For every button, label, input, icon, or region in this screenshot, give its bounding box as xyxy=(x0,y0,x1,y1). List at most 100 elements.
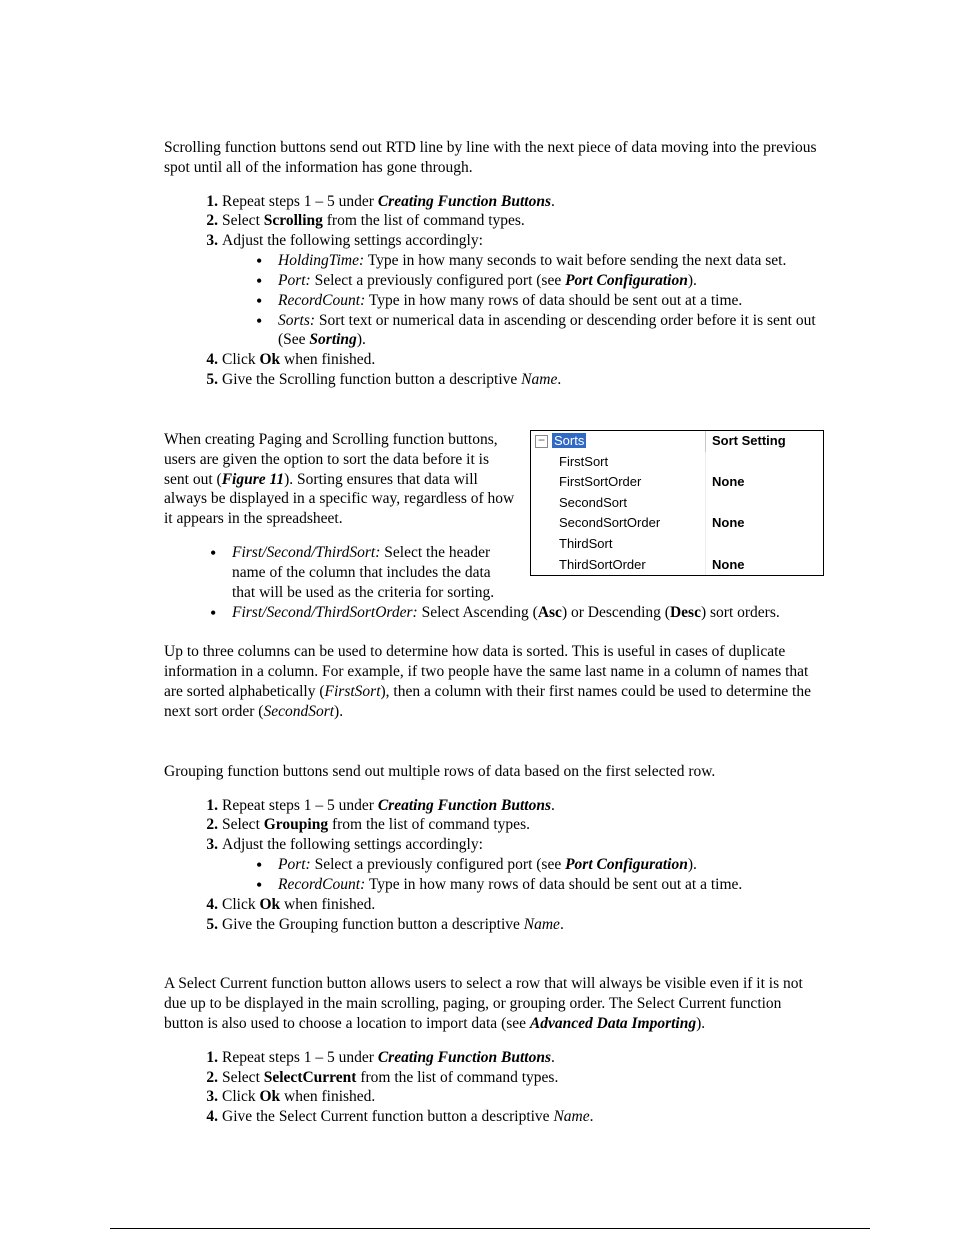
setting-key: FirstSortOrder xyxy=(531,472,706,493)
setting-label: HoldingTime: xyxy=(278,252,364,269)
text: from the list of command types. xyxy=(356,1069,558,1086)
list-item: Repeat steps 1 – 5 under Creating Functi… xyxy=(222,192,824,212)
list-item: Repeat steps 1 – 5 under Creating Functi… xyxy=(222,1048,824,1068)
setting-value xyxy=(706,452,824,473)
grouping-steps: Repeat steps 1 – 5 under Creating Functi… xyxy=(164,796,824,935)
list-item: Give the Scrolling function button a des… xyxy=(222,370,824,390)
ref: Advanced Data Importing xyxy=(530,1015,696,1032)
term: Name xyxy=(521,371,557,388)
term: Ok xyxy=(259,1088,280,1105)
sorting-section: −Sorts Sort Setting FirstSort FirstSortO… xyxy=(164,430,824,622)
setting-label: Sorts: xyxy=(278,312,315,329)
list-item: Click Ok when finished. xyxy=(222,350,824,370)
text: Select Ascending ( xyxy=(418,604,538,621)
text: . xyxy=(557,371,561,388)
list-item: First/Second/ThirdSortOrder: Select Asce… xyxy=(210,603,824,623)
term: Ok xyxy=(259,896,280,913)
text: Repeat steps 1 – 5 under xyxy=(222,797,378,814)
setting-label: Port: xyxy=(278,856,311,873)
scrolling-steps: Repeat steps 1 – 5 under Creating Functi… xyxy=(164,192,824,390)
ref: Creating Function Buttons xyxy=(378,797,551,814)
list-item: Select SelectCurrent from the list of co… xyxy=(222,1068,824,1088)
text: Type in how many rows of data should be … xyxy=(365,876,742,893)
text: from the list of command types. xyxy=(323,212,525,229)
list-item: Click Ok when finished. xyxy=(222,1087,824,1107)
term: Name xyxy=(524,916,560,933)
scrolling-intro: Scrolling function buttons send out RTD … xyxy=(164,138,824,178)
list-item: Select Grouping from the list of command… xyxy=(222,815,824,835)
setting-label: First/Second/ThirdSortOrder: xyxy=(232,604,418,621)
sorts-header-label: Sorts xyxy=(552,433,586,448)
ref: Port Configuration xyxy=(565,856,688,873)
text: Select xyxy=(222,212,264,229)
list-item: Adjust the following settings accordingl… xyxy=(222,231,824,350)
setting-key: FirstSort xyxy=(531,452,706,473)
table-row: SecondSort xyxy=(531,493,823,514)
text: A Select Current function button allows … xyxy=(164,975,803,1032)
term: Ok xyxy=(259,351,280,368)
list-item: Give the Grouping function button a desc… xyxy=(222,915,824,935)
text: ). xyxy=(688,272,697,289)
ref: Creating Function Buttons xyxy=(378,1049,551,1066)
text: Repeat steps 1 – 5 under xyxy=(222,1049,378,1066)
term: SecondSort xyxy=(263,703,334,720)
table-row: SecondSortOrderNone xyxy=(531,513,823,534)
setting-label: RecordCount: xyxy=(278,876,365,893)
text: Type in how many seconds to wait before … xyxy=(364,252,786,269)
term: Scrolling xyxy=(264,212,323,229)
text: . xyxy=(551,797,555,814)
setting-key: SecondSort xyxy=(531,493,706,514)
scrolling-settings: HoldingTime: Type in how many seconds to… xyxy=(222,251,824,350)
term: Name xyxy=(553,1108,589,1125)
text: Give the Scrolling function button a des… xyxy=(222,371,521,388)
list-item: Adjust the following settings accordingl… xyxy=(222,835,824,894)
list-item: RecordCount: Type in how many rows of da… xyxy=(256,291,824,311)
minus-icon: − xyxy=(535,435,548,448)
list-item: Repeat steps 1 – 5 under Creating Functi… xyxy=(222,796,824,816)
table-header-left: −Sorts xyxy=(531,431,706,452)
text: . xyxy=(551,1049,555,1066)
setting-label: RecordCount: xyxy=(278,292,365,309)
ref: Sorting xyxy=(309,331,356,348)
setting-key: SecondSortOrder xyxy=(531,513,706,534)
list-item: First/Second/ThirdSort: Select the heade… xyxy=(210,543,824,602)
text: . xyxy=(560,916,564,933)
text: ) or Descending ( xyxy=(562,604,670,621)
list-item: Port: Select a previously configured por… xyxy=(256,271,824,291)
term: FirstSort xyxy=(325,683,381,700)
text: when finished. xyxy=(280,896,375,913)
list-item: HoldingTime: Type in how many seconds to… xyxy=(256,251,824,271)
text: . xyxy=(551,193,555,210)
sorting-bullets: First/Second/ThirdSort: Select the heade… xyxy=(164,543,824,622)
text: Adjust the following settings accordingl… xyxy=(222,232,483,249)
setting-value: None xyxy=(706,472,824,493)
text: when finished. xyxy=(280,351,375,368)
ref: Creating Function Buttons xyxy=(378,193,551,210)
text: Repeat steps 1 – 5 under xyxy=(222,193,378,210)
text: ) sort orders. xyxy=(701,604,780,621)
term: SelectCurrent xyxy=(264,1069,357,1086)
text: ). xyxy=(696,1015,705,1032)
term: Desc xyxy=(670,604,701,621)
page-body: Scrolling function buttons send out RTD … xyxy=(164,138,824,1141)
text: Give the Grouping function button a desc… xyxy=(222,916,524,933)
text: from the list of command types. xyxy=(328,816,530,833)
text: Select a previously configured port (see xyxy=(311,272,565,289)
sorting-detail: Up to three columns can be used to deter… xyxy=(164,642,824,721)
selectcurrent-intro: A Select Current function button allows … xyxy=(164,974,824,1033)
text: Give the Select Current function button … xyxy=(222,1108,553,1125)
text: Click xyxy=(222,351,259,368)
text: Select a previously configured port (see xyxy=(311,856,565,873)
table-header-right: Sort Setting xyxy=(706,431,824,452)
list-item: RecordCount: Type in how many rows of da… xyxy=(256,875,824,895)
term: Grouping xyxy=(264,816,328,833)
text: Select xyxy=(222,1069,264,1086)
list-item: Click Ok when finished. xyxy=(222,895,824,915)
text: . xyxy=(590,1108,594,1125)
text: Click xyxy=(222,896,259,913)
text: Adjust the following settings accordingl… xyxy=(222,836,483,853)
table-row: FirstSortOrderNone xyxy=(531,472,823,493)
table-row: FirstSort xyxy=(531,452,823,473)
selectcurrent-steps: Repeat steps 1 – 5 under Creating Functi… xyxy=(164,1048,824,1127)
list-item: Select Scrolling from the list of comman… xyxy=(222,211,824,231)
